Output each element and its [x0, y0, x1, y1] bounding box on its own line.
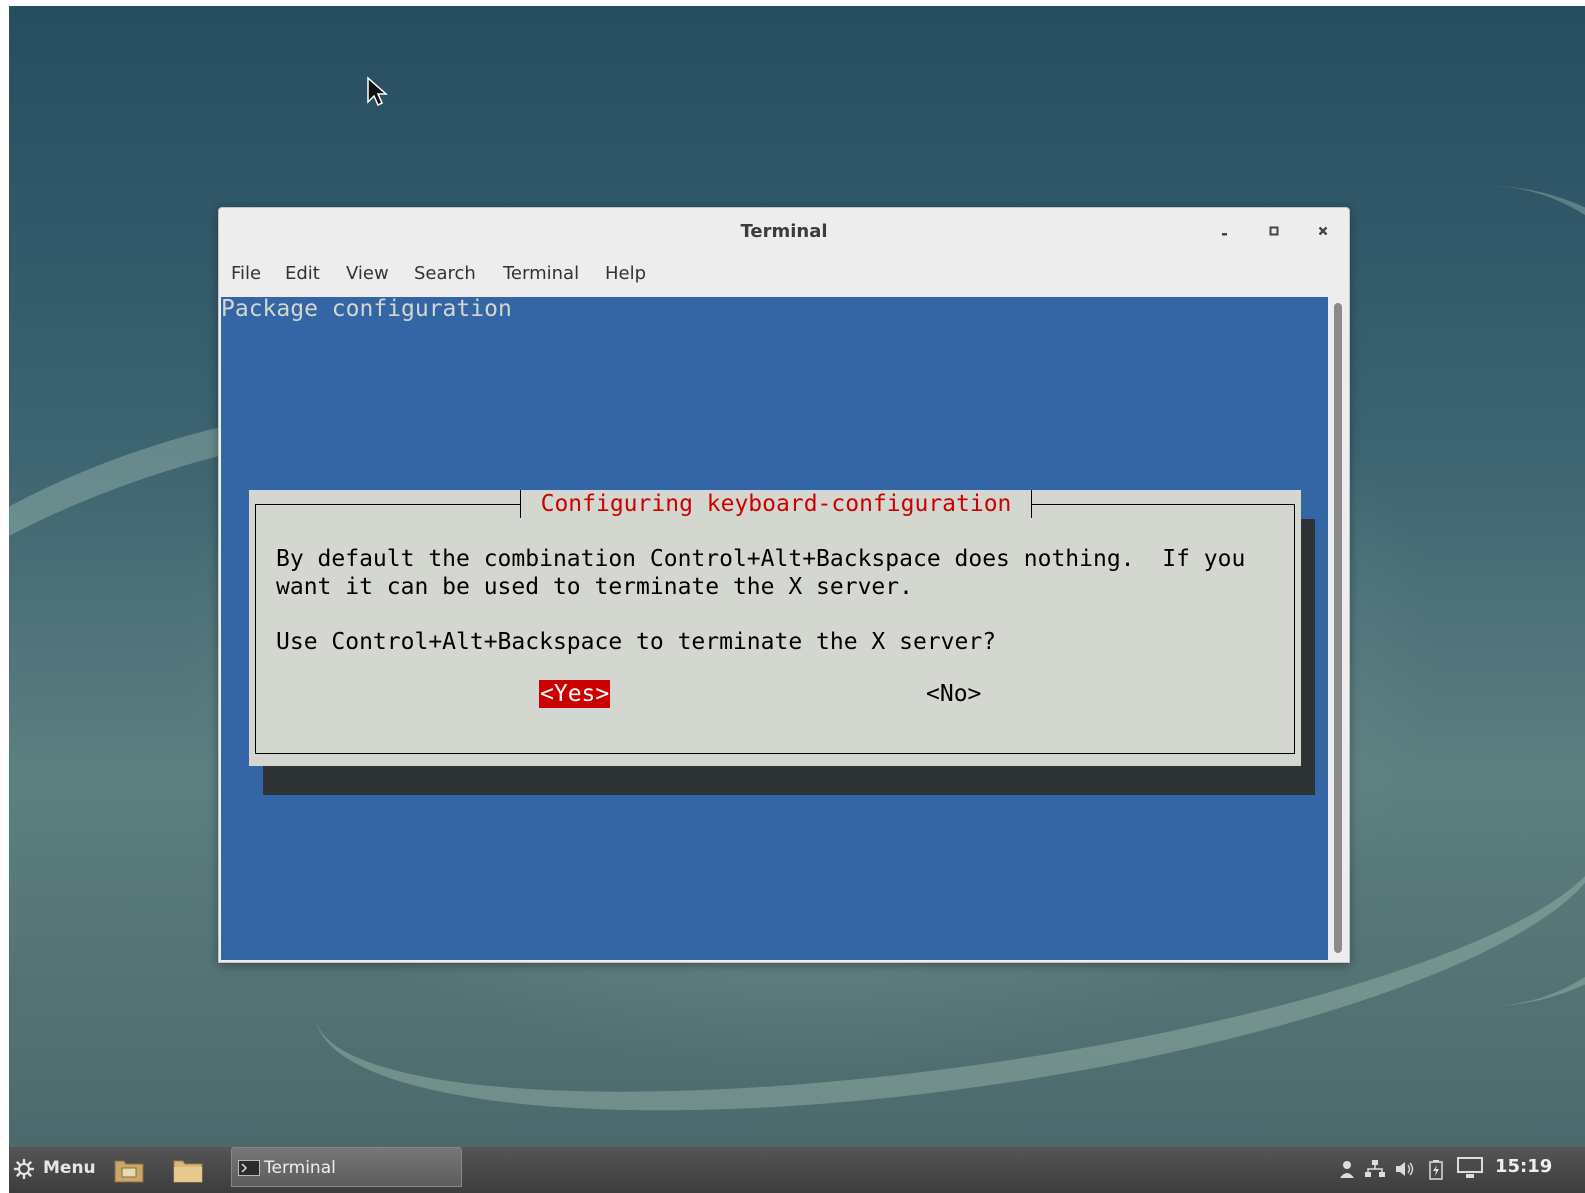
menu-label: Menu — [43, 1158, 96, 1178]
menu-help[interactable]: Help — [605, 263, 646, 284]
display-icon[interactable] — [1456, 1156, 1484, 1180]
user-icon[interactable] — [1339, 1160, 1355, 1178]
terminal-icon — [238, 1160, 260, 1176]
menu-terminal[interactable]: Terminal — [503, 263, 579, 284]
gear-icon — [13, 1158, 35, 1180]
file-manager-icon — [114, 1160, 144, 1183]
network-icon[interactable] — [1365, 1160, 1385, 1178]
dialog-message-line: want it can be used to terminate the X s… — [276, 574, 913, 600]
clock[interactable]: 15:19 — [1495, 1156, 1552, 1177]
dialog-message-line: By default the combination Control+Alt+B… — [276, 546, 1246, 572]
desktop: Terminal File Edit View Search Terminal … — [9, 6, 1585, 1193]
menu-edit[interactable]: Edit — [285, 263, 320, 284]
no-button[interactable]: <No> — [926, 680, 981, 708]
menu-search[interactable]: Search — [414, 263, 476, 284]
minimize-button[interactable] — [1214, 220, 1236, 242]
mouse-cursor-icon — [367, 76, 388, 107]
yes-button[interactable]: <Yes> — [539, 680, 611, 708]
close-button[interactable] — [1312, 220, 1334, 242]
debconf-dialog: Configuring keyboard-configuration By de… — [249, 490, 1301, 766]
maximize-icon — [1269, 226, 1279, 236]
task-label: Terminal — [264, 1158, 336, 1178]
volume-icon[interactable] — [1395, 1160, 1415, 1178]
scrollbar-thumb[interactable] — [1334, 303, 1342, 953]
terminal-window: Terminal File Edit View Search Terminal … — [218, 207, 1350, 963]
terminal-screen[interactable]: Package configuration Configuring keyboa… — [221, 297, 1328, 960]
folder-icon — [173, 1160, 203, 1183]
minimize-icon — [1222, 233, 1227, 236]
close-icon — [1318, 226, 1328, 236]
taskbar: Menu Terminal 15:19 — [9, 1147, 1585, 1193]
menu-file[interactable]: File — [231, 263, 261, 284]
terminal-scrollbar[interactable] — [1330, 297, 1347, 960]
folder-launcher[interactable] — [173, 1156, 203, 1189]
taskbar-terminal-task[interactable]: Terminal — [231, 1147, 462, 1187]
menu-bar: File Edit View Search Terminal Help — [219, 260, 1349, 290]
battery-icon[interactable] — [1429, 1160, 1443, 1180]
maximize-button[interactable] — [1263, 220, 1285, 242]
file-manager-launcher[interactable] — [114, 1156, 144, 1189]
package-configuration-header: Package configuration — [221, 297, 512, 322]
window-title: Terminal — [740, 221, 828, 242]
dialog-title: Configuring keyboard-configuration — [520, 490, 1032, 518]
window-titlebar[interactable]: Terminal — [219, 208, 1349, 254]
menu-view[interactable]: View — [346, 263, 389, 284]
dialog-question: Use Control+Alt+Backspace to terminate t… — [276, 629, 997, 655]
